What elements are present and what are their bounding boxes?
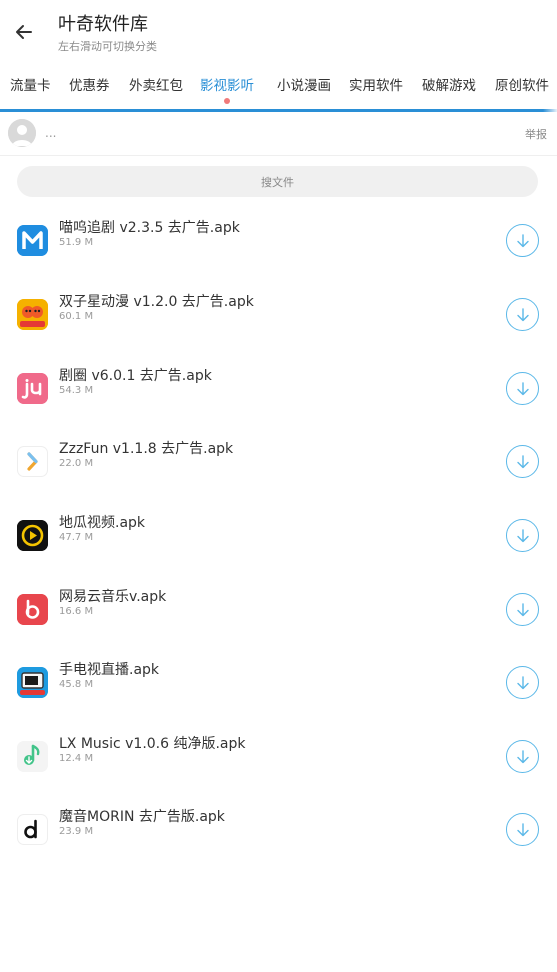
file-size: 54.3 M: [59, 385, 94, 396]
file-size: 23.9 M: [59, 826, 94, 837]
download-arrow-icon: [516, 602, 529, 616]
list-item[interactable]: ZzzFun v1.1.8 去广告.apk 22.0 M: [0, 441, 557, 520]
miaowu-app-icon: [17, 225, 48, 256]
tab-shiyong-ruanjian[interactable]: 实用软件: [349, 74, 403, 94]
netease-music-app-icon: [17, 594, 48, 625]
shuangzixing-app-icon: [17, 299, 48, 330]
file-name: 网易云音乐v.apk: [59, 589, 167, 605]
list-item[interactable]: 魔音MORIN 去广告版.apk 23.9 M: [0, 809, 557, 888]
morin-app-icon: [17, 814, 48, 845]
owner-name: ...: [45, 126, 57, 140]
file-size: 12.4 M: [59, 753, 94, 764]
tab-yingshi-yingting[interactable]: 影视影听: [200, 74, 254, 94]
file-size: 16.6 M: [59, 606, 94, 617]
arrow-left-icon: [16, 25, 32, 39]
download-arrow-icon: [516, 381, 529, 395]
tab-pojie-youxi[interactable]: 破解游戏: [422, 74, 476, 94]
download-button[interactable]: [506, 519, 539, 552]
page-title: 叶奇软件库: [58, 14, 148, 35]
download-button[interactable]: [506, 813, 539, 846]
tab-waimai-hongbao[interactable]: 外卖红包: [129, 74, 183, 94]
file-name: 魔音MORIN 去广告版.apk: [59, 809, 225, 825]
list-item[interactable]: 地瓜视频.apk 47.7 M: [0, 515, 557, 594]
list-item[interactable]: 双子星动漫 v1.2.0 去广告.apk 60.1 M: [0, 294, 557, 373]
tab-yuanchuang-ruanjian[interactable]: 原创软件: [495, 74, 549, 94]
list-item[interactable]: 手电视直播.apk 45.8 M: [0, 662, 557, 741]
file-name: 手电视直播.apk: [59, 662, 160, 678]
download-button[interactable]: [506, 372, 539, 405]
file-name: 双子星动漫 v1.2.0 去广告.apk: [59, 294, 254, 310]
download-button[interactable]: [506, 445, 539, 478]
zzzfun-app-icon: [17, 446, 48, 477]
download-button[interactable]: [506, 224, 539, 257]
list-item[interactable]: LX Music v1.0.6 纯净版.apk 12.4 M: [0, 736, 557, 815]
list-item[interactable]: 网易云音乐v.apk 16.6 M: [0, 589, 557, 668]
lx-music-app-icon: [17, 741, 48, 772]
download-button[interactable]: [506, 298, 539, 331]
default-avatar-icon: [8, 119, 36, 147]
file-size: 45.8 M: [59, 679, 94, 690]
file-name: 地瓜视频.apk: [59, 515, 146, 531]
search-files-input[interactable]: 搜文件: [17, 166, 538, 197]
file-name: 剧圈 v6.0.1 去广告.apk: [59, 368, 212, 384]
download-arrow-icon: [516, 528, 529, 542]
list-item[interactable]: 喵呜追剧 v2.3.5 去广告.apk 51.9 M: [0, 220, 557, 299]
file-size: 22.0 M: [59, 458, 94, 469]
download-button[interactable]: [506, 666, 539, 699]
file-name: ZzzFun v1.1.8 去广告.apk: [59, 441, 234, 457]
file-size: 60.1 M: [59, 311, 94, 322]
owner-row: ... 举报: [0, 112, 557, 156]
back-button[interactable]: [10, 18, 38, 46]
digua-app-icon: [17, 520, 48, 551]
download-arrow-icon: [516, 675, 529, 689]
report-link[interactable]: 举报: [525, 126, 547, 142]
tv-live-app-icon: [17, 667, 48, 698]
file-size: 47.7 M: [59, 532, 94, 543]
file-name: 喵呜追剧 v2.3.5 去广告.apk: [59, 220, 240, 236]
download-arrow-icon: [516, 749, 529, 763]
download-button[interactable]: [506, 593, 539, 626]
category-tabs: 流量卡 优惠券 外卖红包 影视影听 小说漫画 实用软件 破解游戏 原创软件: [0, 66, 557, 108]
avatar[interactable]: [8, 119, 36, 147]
tab-xiaoshuo-manhua[interactable]: 小说漫画: [277, 74, 331, 94]
list-item[interactable]: 剧圈 v6.0.1 去广告.apk 54.3 M: [0, 368, 557, 447]
page-subtitle: 左右滑动可切换分类: [58, 40, 157, 53]
juquan-app-icon: [17, 373, 48, 404]
tab-youhuiquan[interactable]: 优惠券: [69, 74, 110, 94]
download-arrow-icon: [516, 454, 529, 468]
app-header: 叶奇软件库 左右滑动可切换分类: [0, 0, 557, 60]
file-name: LX Music v1.0.6 纯净版.apk: [59, 736, 246, 752]
file-size: 51.9 M: [59, 237, 94, 248]
active-tab-indicator-dot: [224, 98, 230, 104]
tab-liuliangka[interactable]: 流量卡: [10, 74, 51, 94]
download-arrow-icon: [516, 822, 529, 836]
download-arrow-icon: [516, 307, 529, 321]
download-button[interactable]: [506, 740, 539, 773]
download-arrow-icon: [516, 233, 529, 247]
